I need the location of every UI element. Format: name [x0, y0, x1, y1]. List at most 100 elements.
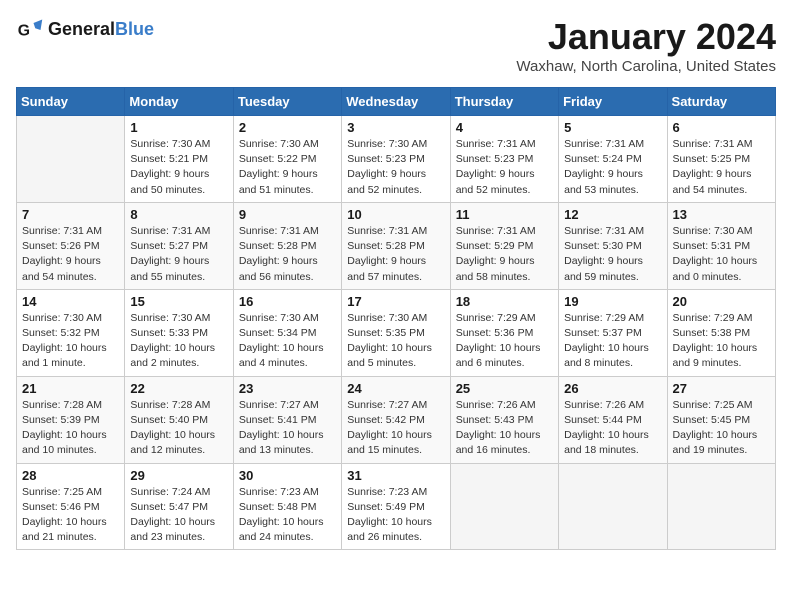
day-cell: 24 Sunrise: 7:27 AMSunset: 5:42 PMDayligh…: [342, 376, 450, 463]
day-cell: 27 Sunrise: 7:25 AMSunset: 5:45 PMDayligh…: [667, 376, 775, 463]
day-info: Sunrise: 7:30 AMSunset: 5:34 PMDaylight:…: [239, 311, 336, 372]
day-number: 12: [564, 207, 661, 222]
weekday-saturday: Saturday: [667, 88, 775, 116]
day-cell: 5Sunrise: 7:31 AMSunset: 5:24 PMDaylight…: [559, 116, 667, 203]
day-info: Sunrise: 7:30 AMSunset: 5:22 PMDaylight:…: [239, 137, 336, 198]
day-info: Sunrise: 7:31 AMSunset: 5:26 PMDaylight:…: [22, 224, 119, 285]
title-block: January 2024 Waxhaw, North Carolina, Uni…: [516, 16, 776, 75]
day-cell: 30Sunrise: 7:23 AMSunset: 5:48 PMDayligh…: [233, 463, 341, 550]
day-cell: 4Sunrise: 7:31 AMSunset: 5:23 PMDaylight…: [450, 116, 558, 203]
day-info: Sunrise: 7:31 AMSunset: 5:29 PMDaylight:…: [456, 224, 553, 285]
weekday-tuesday: Tuesday: [233, 88, 341, 116]
day-cell: 25 Sunrise: 7:26 AMSunset: 5:43 PMDayligh…: [450, 376, 558, 463]
day-info: Sunrise: 7:30 AMSunset: 5:32 PMDaylight:…: [22, 311, 119, 372]
day-cell: 28 Sunrise: 7:25 AMSunset: 5:46 PMDayligh…: [17, 463, 125, 550]
day-cell: 22 Sunrise: 7:28 AMSunset: 5:40 PMDayligh…: [125, 376, 233, 463]
day-cell: 9Sunrise: 7:31 AMSunset: 5:28 PMDaylight…: [233, 202, 341, 289]
logo-text: GeneralBlue: [48, 19, 154, 41]
weekday-wednesday: Wednesday: [342, 88, 450, 116]
day-info: Sunrise: 7:29 AMSunset: 5:38 PMDaylight:…: [673, 311, 770, 372]
day-cell: 18Sunrise: 7:29 AMSunset: 5:36 PMDayligh…: [450, 289, 558, 376]
day-cell: 1 Sunrise: 7:30 AMSunset: 5:21 PMDaylight…: [125, 116, 233, 203]
day-info: Sunrise: 7:26 AMSunset: 5:44 PMDaylight:…: [564, 398, 661, 459]
day-number: 2: [239, 120, 336, 135]
day-number: 14: [22, 294, 119, 309]
week-row-2: 7 Sunrise: 7:31 AMSunset: 5:26 PMDaylight…: [17, 202, 776, 289]
day-cell: 26 Sunrise: 7:26 AMSunset: 5:44 PMDayligh…: [559, 376, 667, 463]
week-row-5: 28 Sunrise: 7:25 AMSunset: 5:46 PMDayligh…: [17, 463, 776, 550]
week-row-1: 1 Sunrise: 7:30 AMSunset: 5:21 PMDaylight…: [17, 116, 776, 203]
day-number: 3: [347, 120, 444, 135]
day-info: Sunrise: 7:31 AMSunset: 5:24 PMDaylight:…: [564, 137, 661, 198]
day-info: Sunrise: 7:30 AMSunset: 5:33 PMDaylight:…: [130, 311, 227, 372]
day-info: Sunrise: 7:23 AMSunset: 5:49 PMDaylight:…: [347, 485, 444, 546]
day-number: 25: [456, 381, 553, 396]
day-number: 19: [564, 294, 661, 309]
day-cell: 13 Sunrise: 7:30 AMSunset: 5:31 PMDayligh…: [667, 202, 775, 289]
day-number: 28: [22, 468, 119, 483]
day-number: 15: [130, 294, 227, 309]
day-number: 7: [22, 207, 119, 222]
day-number: 16: [239, 294, 336, 309]
day-number: 1: [130, 120, 227, 135]
weekday-sunday: Sunday: [17, 88, 125, 116]
day-info: Sunrise: 7:27 AMSunset: 5:42 PMDaylight:…: [347, 398, 444, 459]
day-info: Sunrise: 7:24 AMSunset: 5:47 PMDaylight:…: [130, 485, 227, 546]
day-info: Sunrise: 7:31 AMSunset: 5:23 PMDaylight:…: [456, 137, 553, 198]
location: Waxhaw, North Carolina, United States: [516, 58, 776, 75]
day-cell: 7 Sunrise: 7:31 AMSunset: 5:26 PMDaylight…: [17, 202, 125, 289]
logo: G GeneralBlue: [16, 16, 154, 44]
day-cell: 20 Sunrise: 7:29 AMSunset: 5:38 PMDayligh…: [667, 289, 775, 376]
day-cell: [667, 463, 775, 550]
day-number: 17: [347, 294, 444, 309]
day-number: 21: [22, 381, 119, 396]
day-info: Sunrise: 7:25 AMSunset: 5:45 PMDaylight:…: [673, 398, 770, 459]
day-cell: 6Sunrise: 7:31 AMSunset: 5:25 PMDaylight…: [667, 116, 775, 203]
day-info: Sunrise: 7:26 AMSunset: 5:43 PMDaylight:…: [456, 398, 553, 459]
day-number: 31: [347, 468, 444, 483]
logo-icon: G: [16, 16, 44, 44]
day-cell: [450, 463, 558, 550]
day-info: Sunrise: 7:25 AMSunset: 5:46 PMDaylight:…: [22, 485, 119, 546]
day-info: Sunrise: 7:28 AMSunset: 5:40 PMDaylight:…: [130, 398, 227, 459]
week-row-4: 21Sunrise: 7:28 AMSunset: 5:39 PMDayligh…: [17, 376, 776, 463]
day-info: Sunrise: 7:31 AMSunset: 5:27 PMDaylight:…: [130, 224, 227, 285]
day-number: 26: [564, 381, 661, 396]
day-cell: 12 Sunrise: 7:31 AMSunset: 5:30 PMDayligh…: [559, 202, 667, 289]
day-number: 30: [239, 468, 336, 483]
day-cell: 2 Sunrise: 7:30 AMSunset: 5:22 PMDaylight…: [233, 116, 341, 203]
day-info: Sunrise: 7:30 AMSunset: 5:21 PMDaylight:…: [130, 137, 227, 198]
day-info: Sunrise: 7:30 AMSunset: 5:31 PMDaylight:…: [673, 224, 770, 285]
day-cell: 31 Sunrise: 7:23 AMSunset: 5:49 PMDayligh…: [342, 463, 450, 550]
day-cell: 16 Sunrise: 7:30 AMSunset: 5:34 PMDayligh…: [233, 289, 341, 376]
day-cell: [559, 463, 667, 550]
day-cell: 21Sunrise: 7:28 AMSunset: 5:39 PMDayligh…: [17, 376, 125, 463]
day-cell: 19Sunrise: 7:29 AMSunset: 5:37 PMDayligh…: [559, 289, 667, 376]
day-cell: 14 Sunrise: 7:30 AMSunset: 5:32 PMDayligh…: [17, 289, 125, 376]
week-row-3: 14 Sunrise: 7:30 AMSunset: 5:32 PMDayligh…: [17, 289, 776, 376]
day-number: 13: [673, 207, 770, 222]
day-info: Sunrise: 7:31 AMSunset: 5:30 PMDaylight:…: [564, 224, 661, 285]
day-number: 6: [673, 120, 770, 135]
day-number: 10: [347, 207, 444, 222]
day-number: 23: [239, 381, 336, 396]
day-cell: 10Sunrise: 7:31 AMSunset: 5:28 PMDayligh…: [342, 202, 450, 289]
month-title: January 2024: [516, 16, 776, 58]
day-cell: 23 Sunrise: 7:27 AMSunset: 5:41 PMDayligh…: [233, 376, 341, 463]
day-number: 11: [456, 207, 553, 222]
day-number: 18: [456, 294, 553, 309]
day-info: Sunrise: 7:30 AMSunset: 5:35 PMDaylight:…: [347, 311, 444, 372]
weekday-friday: Friday: [559, 88, 667, 116]
day-cell: 17 Sunrise: 7:30 AMSunset: 5:35 PMDayligh…: [342, 289, 450, 376]
day-cell: 29Sunrise: 7:24 AMSunset: 5:47 PMDayligh…: [125, 463, 233, 550]
day-cell: 8Sunrise: 7:31 AMSunset: 5:27 PMDaylight…: [125, 202, 233, 289]
calendar-body: 1 Sunrise: 7:30 AMSunset: 5:21 PMDaylight…: [17, 116, 776, 550]
day-number: 27: [673, 381, 770, 396]
day-info: Sunrise: 7:27 AMSunset: 5:41 PMDaylight:…: [239, 398, 336, 459]
calendar-table: SundayMondayTuesdayWednesdayThursdayFrid…: [16, 87, 776, 550]
weekday-thursday: Thursday: [450, 88, 558, 116]
day-number: 22: [130, 381, 227, 396]
day-cell: [17, 116, 125, 203]
day-number: 24: [347, 381, 444, 396]
day-number: 20: [673, 294, 770, 309]
